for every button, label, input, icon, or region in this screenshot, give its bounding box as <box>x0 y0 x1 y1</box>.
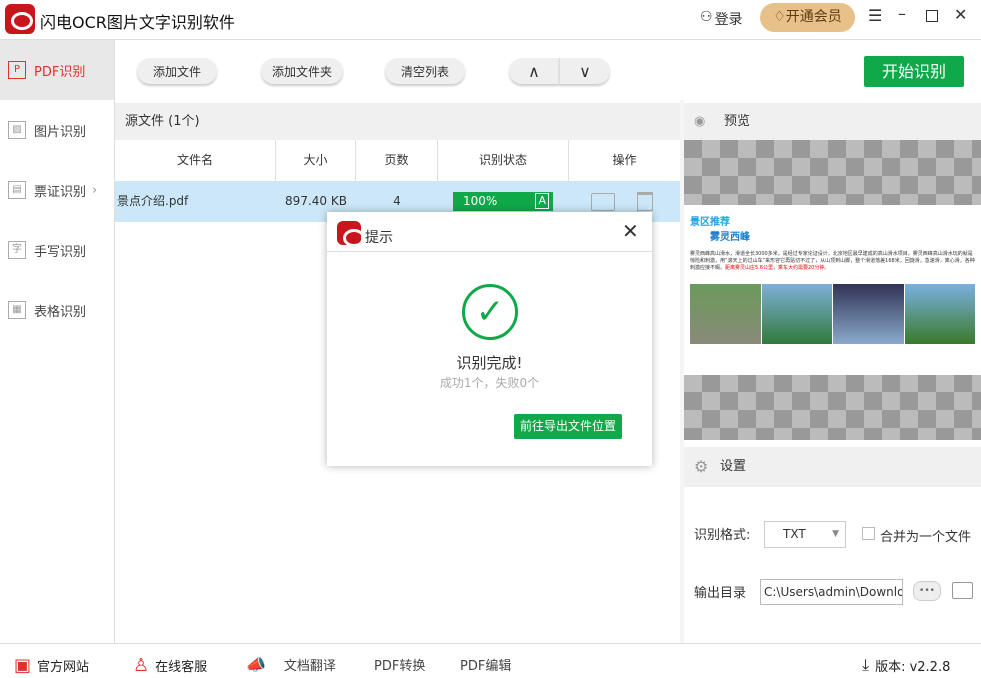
online-service-link[interactable]: ♙ 在线客服 <box>133 655 207 676</box>
format-select[interactable]: TXT ▼ <box>764 521 846 548</box>
handwriting-icon: 字 <box>8 241 26 259</box>
text-view-icon[interactable]: A <box>535 193 549 209</box>
completion-dialog: 提示 ✕ ✓ 识别完成! 成功1个，失败0个 前往导出文件位置 <box>327 212 652 466</box>
person-icon: ♙ <box>133 655 150 676</box>
translate-link[interactable]: 📣 文档翻译 <box>246 655 336 674</box>
merge-label: 合并为一个文件 <box>880 530 972 545</box>
add-folder-button[interactable]: 添加文件夹 <box>261 58 343 84</box>
table-icon: ▦ <box>8 301 26 319</box>
preview-heading: 景区推荐 <box>690 217 730 228</box>
sidebar-item-handwriting[interactable]: 字手写识别 <box>0 220 114 280</box>
user-icon: ⚇ <box>700 9 713 25</box>
pdf-convert-link[interactable]: PDF转换 <box>374 655 425 674</box>
open-folder-icon[interactable] <box>591 193 615 211</box>
merge-checkbox[interactable] <box>862 527 875 540</box>
download-icon[interactable]: ⤓ <box>862 655 869 675</box>
move-down-button[interactable]: ∨ <box>559 58 610 84</box>
success-check-icon: ✓ <box>462 284 518 340</box>
minimize-button[interactable]: – <box>898 4 906 23</box>
sidebar-item-image[interactable]: ▨ 图片识别 <box>0 100 114 160</box>
pdf-icon: P <box>8 61 26 79</box>
clear-list-button[interactable]: 清空列表 <box>385 58 465 84</box>
sidebar: P PDF识别 ▨ 图片识别 ▤ 票证识别 › 字手写识别 ▦ 表格识别 <box>0 40 115 643</box>
chevron-down-icon: ▼ <box>832 529 839 539</box>
sidebar-item-pdf[interactable]: P PDF识别 <box>0 40 114 100</box>
settings-header: ⚙ 设置 <box>684 447 981 487</box>
delete-icon[interactable] <box>637 192 653 211</box>
app-title: 闪电OCR图片文字识别软件 <box>40 13 235 32</box>
preview-page: 景区推荐 雾灵西峰 雾灵西峰高山滑水，滑道全长3000多米，是经过专家论证设计，… <box>684 205 981 375</box>
dialog-title: 提示 <box>365 230 393 246</box>
footer-divider <box>0 643 981 644</box>
gear-icon: ⚙ <box>694 457 709 476</box>
title-bar: 闪电OCR图片文字识别软件 ⚇ 登录 ♢开通会员 ☰ – ✕ <box>0 0 981 40</box>
version-info: ⤓ 版本: v2.2.8 <box>862 655 951 675</box>
dialog-close-button[interactable]: ✕ <box>622 219 639 243</box>
move-up-button[interactable]: ∧ <box>509 58 559 84</box>
browse-button[interactable]: ••• <box>913 581 941 601</box>
official-site-link[interactable]: ▣ 官方网站 <box>14 655 89 676</box>
close-button[interactable]: ✕ <box>954 5 967 24</box>
preview-highlight: 距离雾灵山庄5.6公里，乘车大约需要20分钟。 <box>725 265 830 271</box>
file-list-header: 源文件 (1个) <box>115 103 680 140</box>
app-logo-icon <box>5 4 35 34</box>
output-dir-input[interactable]: C:\Users\admin\Downlo <box>760 579 903 605</box>
start-recognition-button[interactable]: 开始识别 <box>864 56 964 87</box>
col-header-size: 大小 <box>276 140 356 181</box>
sidebar-item-ticket[interactable]: ▤ 票证识别 › <box>0 160 114 220</box>
diamond-icon: ♢ <box>773 9 786 25</box>
preview-subheading: 雾灵西峰 <box>710 232 750 243</box>
ticket-icon: ▤ <box>8 181 26 199</box>
open-export-location-button[interactable]: 前往导出文件位置 <box>514 414 622 439</box>
preview-photos <box>690 284 975 344</box>
dialog-logo-icon <box>337 221 365 247</box>
col-header-actions: 操作 <box>612 153 637 167</box>
megaphone-icon: 📣 <box>246 655 266 674</box>
dialog-heading: 识别完成! <box>456 354 523 372</box>
output-label: 输出目录 <box>694 586 747 601</box>
file-name: 景点介绍.pdf <box>117 194 189 208</box>
progress-bar: 100% A <box>453 192 553 211</box>
sidebar-item-table[interactable]: ▦ 表格识别 <box>0 280 114 340</box>
image-icon: ▨ <box>8 121 26 139</box>
pdf-edit-link[interactable]: PDF编辑 <box>460 655 511 674</box>
dialog-header: 提示 ✕ <box>327 212 652 252</box>
maximize-button[interactable] <box>926 10 938 22</box>
add-file-button[interactable]: 添加文件 <box>137 58 217 84</box>
folder-icon[interactable] <box>952 582 973 599</box>
login-button[interactable]: ⚇ 登录 <box>700 9 743 29</box>
vip-button[interactable]: ♢开通会员 <box>760 3 855 32</box>
col-header-status: 识别状态 <box>438 140 569 181</box>
monitor-icon: ▣ <box>14 655 32 676</box>
chevron-right-icon: › <box>92 182 98 198</box>
col-header-name: 文件名 <box>115 140 276 181</box>
preview-area: 景区推荐 雾灵西峰 雾灵西峰高山滑水，滑道全长3000多米，是经过专家论证设计，… <box>684 140 981 440</box>
format-label: 识别格式: <box>694 528 751 543</box>
eye-icon: ◉ <box>694 114 706 129</box>
menu-icon[interactable]: ☰ <box>868 6 882 25</box>
preview-header: ◉ 预览 <box>684 103 981 140</box>
col-header-pages: 页数 <box>356 140 438 181</box>
dialog-summary: 成功1个，失败0个 <box>439 376 540 390</box>
